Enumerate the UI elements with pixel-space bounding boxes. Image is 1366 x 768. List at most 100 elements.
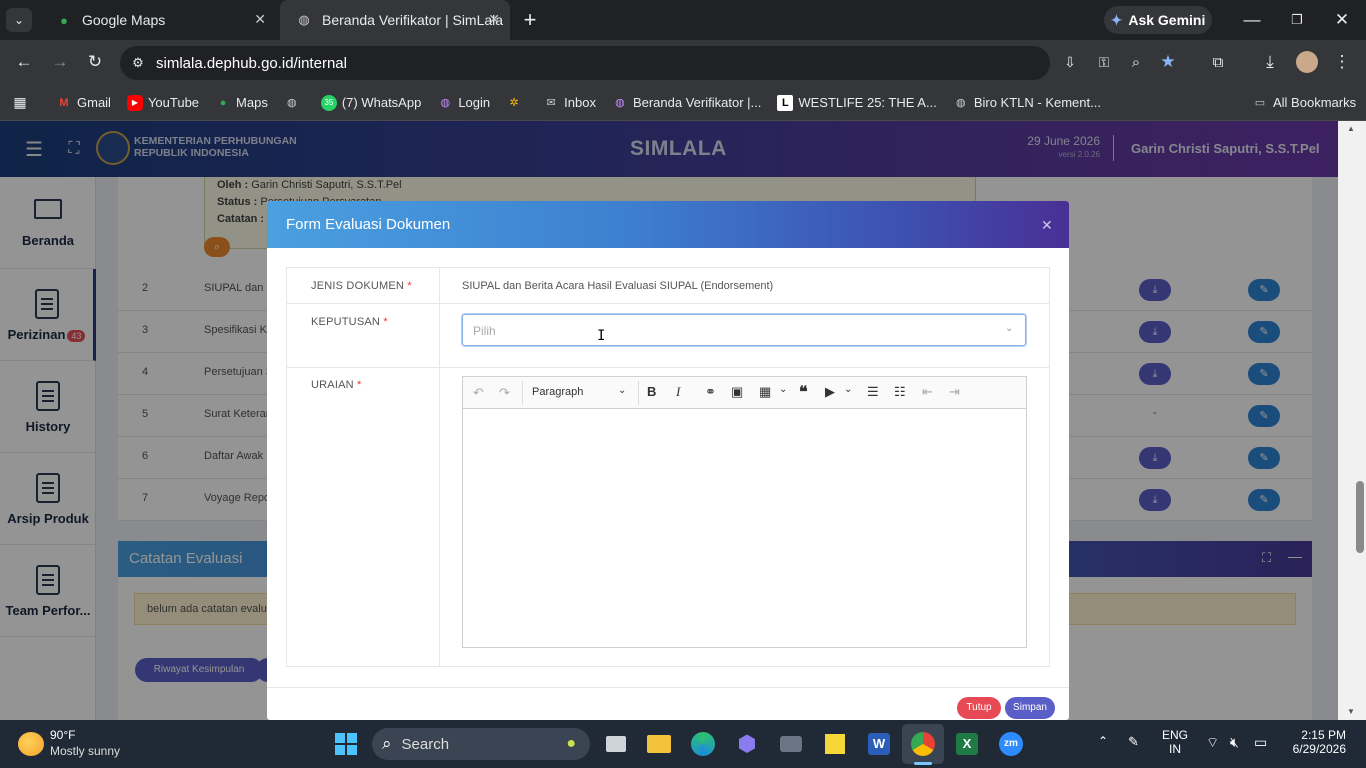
redo-icon[interactable]: ↷: [499, 385, 510, 401]
bookmark-gmail[interactable]: M Gmail: [56, 95, 111, 111]
bookmark-inbox[interactable]: ✉ Inbox: [543, 95, 596, 111]
indent-icon[interactable]: ⇥: [949, 384, 960, 400]
camera-icon[interactable]: [775, 728, 807, 760]
apps-grid-icon[interactable]: ▦: [0, 94, 40, 111]
weather-desc[interactable]: Mostly sunny: [50, 744, 120, 758]
windows-taskbar: 90°F Mostly sunny ⌕ Search ● ⬢ W X zm ⌃ …: [0, 720, 1366, 768]
italic-icon[interactable]: I: [676, 384, 680, 400]
windows-start-icon[interactable]: [330, 728, 362, 760]
chevron-down-icon: ⌄: [1005, 323, 1014, 334]
task-view-icon[interactable]: [600, 728, 632, 760]
clock[interactable]: 2:15 PM 6/29/2026: [1286, 728, 1346, 756]
text-cursor-icon: I: [597, 328, 606, 344]
link-icon[interactable]: ⚭: [705, 384, 716, 400]
bold-icon[interactable]: B: [647, 384, 656, 399]
taskbar-search[interactable]: ⌕ Search ●: [372, 728, 590, 760]
wifi-icon[interactable]: ⌔: [1206, 734, 1219, 752]
battery-icon[interactable]: ▭: [1254, 734, 1267, 751]
site-info-icon[interactable]: ⚙: [120, 55, 156, 71]
tray-chevron-icon[interactable]: ⌃: [1098, 734, 1108, 748]
weather-temp[interactable]: 90°F: [50, 728, 75, 742]
zoom-icon[interactable]: ⌕: [1124, 50, 1148, 74]
chrome-icon[interactable]: [907, 728, 939, 760]
restore-icon[interactable]: ❐: [1285, 8, 1309, 32]
address-bar[interactable]: ⚙ simlala.dephub.go.id/internal: [120, 46, 1050, 80]
lang-secondary: IN: [1169, 742, 1181, 756]
volume-muted-icon[interactable]: 🔇︎: [1230, 734, 1239, 751]
download-icon[interactable]: ⤓: [1258, 50, 1282, 74]
back-icon[interactable]: ←: [12, 50, 36, 74]
ask-gemini-button[interactable]: ✦ Ask Gemini: [1104, 6, 1212, 34]
tutup-button[interactable]: Tutup: [957, 697, 1001, 719]
extensions-icon[interactable]: ⧉: [1206, 50, 1230, 74]
bookmark-login[interactable]: ◍ Login: [437, 95, 491, 111]
close-icon[interactable]: ✕: [1041, 217, 1053, 234]
bookmark-pinwheel[interactable]: ✲: [506, 95, 527, 111]
numbered-list-icon[interactable]: ☷: [894, 384, 906, 400]
search-icon: ⌕: [382, 734, 392, 753]
bookmark-label: Inbox: [564, 95, 596, 110]
bookmark-maps[interactable]: ● Maps: [215, 95, 268, 111]
install-app-icon[interactable]: ⇩: [1058, 50, 1082, 74]
outdent-icon[interactable]: ⇤: [922, 384, 933, 400]
close-icon[interactable]: ✕: [254, 11, 266, 28]
pen-tray-icon[interactable]: ✎: [1128, 734, 1139, 750]
page-scrollbar[interactable]: ▲ ▼: [1338, 121, 1366, 720]
edge-icon[interactable]: [687, 728, 719, 760]
profile-avatar[interactable]: [1296, 51, 1318, 73]
zoom-app-icon[interactable]: zm: [995, 728, 1027, 760]
bookmark-star-icon[interactable]: ★: [1156, 50, 1180, 74]
scrollbar-thumb[interactable]: [1356, 481, 1364, 553]
editor-content-area[interactable]: [463, 410, 1026, 647]
image-upload-icon[interactable]: ▣: [731, 384, 743, 400]
new-tab-icon[interactable]: +: [518, 7, 542, 32]
close-icon[interactable]: ✕: [488, 11, 500, 28]
file-explorer-icon[interactable]: [643, 728, 675, 760]
blockquote-icon[interactable]: ❝: [799, 382, 808, 402]
table-icon[interactable]: ▦: [759, 384, 771, 400]
bookmark-label: Biro KTLN - Kement...: [973, 95, 1101, 110]
paragraph-dropdown[interactable]: Paragraph: [532, 386, 583, 398]
excel-icon[interactable]: X: [951, 728, 983, 760]
lang-primary: ENG: [1162, 728, 1189, 742]
tab-title: Google Maps: [82, 12, 166, 28]
editor-toolbar: ↶ ↷ Paragraph ⌄ B I ⚭ ▣ ▦ ⌄ ❝ ▶ ⌄ ☰ ☷ ⇤ …: [463, 377, 1026, 409]
sticky-notes-icon[interactable]: [819, 728, 851, 760]
password-key-icon[interactable]: ⚿: [1092, 50, 1116, 74]
scroll-down-icon[interactable]: ▼: [1347, 707, 1355, 716]
weather-sun-icon[interactable]: [18, 732, 44, 756]
bookmark-globe[interactable]: ◍: [284, 95, 305, 111]
search-label: Search: [401, 735, 450, 753]
bookmark-youtube[interactable]: ▶ YouTube: [126, 94, 199, 111]
media-embed-icon[interactable]: ▶: [825, 384, 835, 400]
word-icon[interactable]: W: [863, 728, 895, 760]
undo-icon[interactable]: ↶: [473, 385, 484, 401]
bookmark-beranda[interactable]: ◍ Beranda Verifikator |...: [612, 95, 761, 111]
globe-icon: ◍: [287, 97, 297, 109]
label-text: KEPUTUSAN: [311, 316, 381, 328]
bookmark-biro-ktln[interactable]: ◍ Biro KTLN - Kement...: [953, 95, 1101, 111]
keputusan-select[interactable]: Pilih ⌄: [462, 314, 1026, 346]
more-menu-icon[interactable]: ⋮: [1330, 50, 1354, 74]
globe-icon: ◍: [440, 97, 451, 109]
row-separator: [287, 303, 1049, 304]
language-indicator[interactable]: ENG IN: [1162, 728, 1188, 756]
bulleted-list-icon[interactable]: ☰: [867, 384, 879, 400]
bookmark-whatsapp[interactable]: 35 (7) WhatsApp: [320, 94, 421, 111]
tab-beranda-verifikator[interactable]: ◍ Beranda Verifikator | SimLala ✕: [280, 0, 510, 40]
scroll-up-icon[interactable]: ▲: [1347, 124, 1355, 133]
simpan-button[interactable]: Simpan: [1005, 697, 1055, 719]
gmail-icon: M: [59, 96, 69, 109]
toolbar-separator: [522, 381, 523, 405]
forward-icon[interactable]: →: [48, 50, 72, 74]
bookmark-label: WESTLIFE 25: THE A...: [798, 95, 937, 110]
tab-google-maps[interactable]: ● Google Maps ✕: [40, 0, 276, 40]
close-window-icon[interactable]: ✕: [1330, 8, 1354, 32]
app-hex-icon[interactable]: ⬢: [731, 728, 763, 760]
minimize-icon[interactable]: —: [1240, 8, 1264, 32]
all-bookmarks[interactable]: ▭ All Bookmarks: [1252, 95, 1356, 111]
bookmark-westlife[interactable]: L WESTLIFE 25: THE A...: [777, 94, 937, 111]
row-separator: [287, 367, 1049, 368]
tab-search-dropdown-icon[interactable]: ⌄: [6, 8, 32, 32]
reload-icon[interactable]: ↻: [83, 50, 107, 74]
